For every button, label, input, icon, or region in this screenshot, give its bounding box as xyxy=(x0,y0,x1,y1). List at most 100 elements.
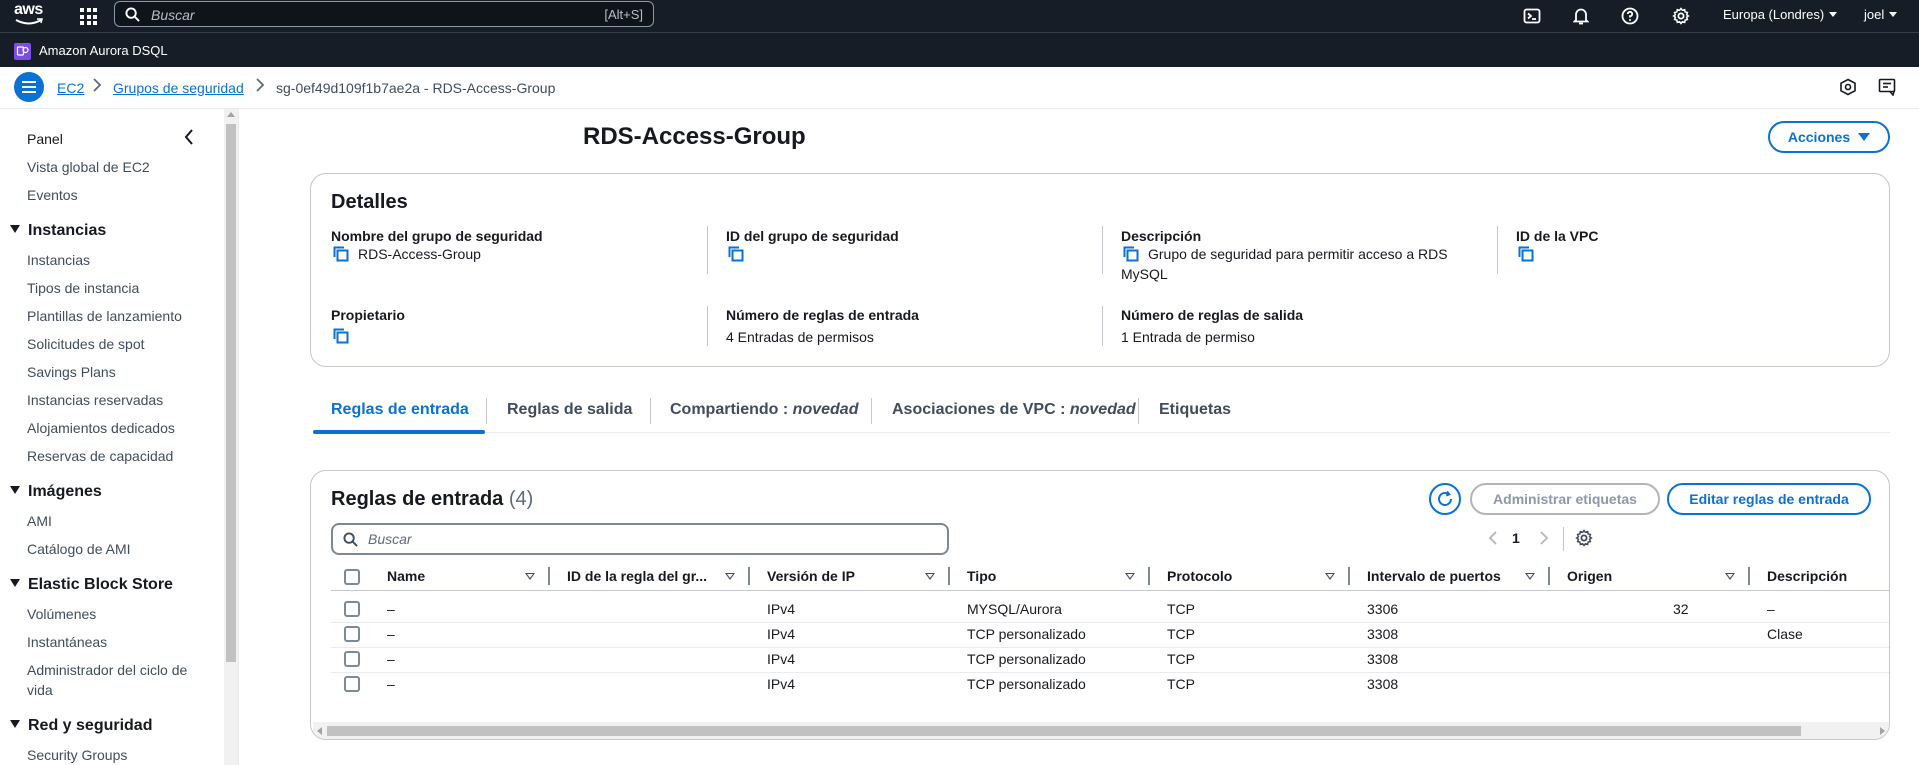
sidebar-item-events[interactable]: Eventos xyxy=(27,187,78,203)
rules-filter-input[interactable]: Buscar xyxy=(331,523,949,555)
aws-smile-icon xyxy=(15,18,43,25)
scroll-right-arrow-icon[interactable] xyxy=(1880,727,1885,735)
sidebar-scrollbar-thumb[interactable] xyxy=(226,124,236,662)
scroll-left-arrow-icon[interactable] xyxy=(317,727,322,735)
row-checkbox[interactable] xyxy=(344,601,360,617)
tab-vpc-associations[interactable]: Asociaciones de VPC : novedad xyxy=(892,401,1136,419)
sidebar-item-ec2-global-view[interactable]: Vista global de EC2 xyxy=(27,159,150,175)
page-number[interactable]: 1 xyxy=(1512,530,1520,546)
next-page-icon[interactable] xyxy=(1540,531,1549,550)
sort-icon[interactable] xyxy=(1525,573,1535,580)
column-resizer[interactable] xyxy=(1348,567,1350,585)
sidebar-item-instance-types[interactable]: Tipos de instancia xyxy=(27,280,139,296)
breadcrumb-ec2[interactable]: EC2 xyxy=(57,80,84,96)
tab-outbound-rules[interactable]: Reglas de salida xyxy=(507,401,632,419)
copy-icon[interactable] xyxy=(333,246,349,262)
aws-logo[interactable]: aws xyxy=(14,1,48,29)
services-grid-icon[interactable] xyxy=(78,6,98,26)
tab-sharing[interactable]: Compartiendo : novedad xyxy=(670,401,858,419)
global-search-input[interactable]: Buscar [Alt+S] xyxy=(114,1,654,27)
column-divider xyxy=(1102,306,1103,346)
help-icon[interactable] xyxy=(1619,5,1641,27)
copy-icon[interactable] xyxy=(333,328,349,344)
refresh-button[interactable] xyxy=(1429,483,1461,515)
breadcrumb-security-groups[interactable]: Grupos de seguridad xyxy=(113,80,244,96)
sort-icon[interactable] xyxy=(725,573,735,580)
sort-icon[interactable] xyxy=(525,573,535,580)
sidebar-item-ami[interactable]: AMI xyxy=(27,513,52,529)
sidebar-section-images[interactable]: Imágenes xyxy=(10,483,102,501)
chevron-right-icon xyxy=(92,78,102,96)
chevron-left-icon[interactable] xyxy=(184,129,194,150)
sort-icon[interactable] xyxy=(925,573,935,580)
row-checkbox[interactable] xyxy=(344,651,360,667)
sidebar-item-spot-requests[interactable]: Solicitudes de spot xyxy=(27,336,145,352)
column-resizer[interactable] xyxy=(548,567,550,585)
outbound-count-value: 1 Entrada de permiso xyxy=(1121,329,1255,345)
aurora-dsql-shortcut[interactable]: Amazon Aurora DSQL xyxy=(39,43,168,58)
bell-icon[interactable] xyxy=(1570,5,1592,27)
sort-icon[interactable] xyxy=(1125,573,1135,580)
column-resizer[interactable] xyxy=(748,567,750,585)
sidebar-section-instances[interactable]: Instancias xyxy=(10,222,106,240)
active-tab-indicator xyxy=(313,430,485,434)
column-header-ip-version[interactable]: Versión de IP xyxy=(767,568,855,584)
user-menu[interactable]: joel xyxy=(1864,7,1898,22)
column-header-name[interactable]: Name xyxy=(387,568,425,584)
actions-dropdown-button[interactable]: Acciones xyxy=(1768,121,1890,153)
tab-tags[interactable]: Etiquetas xyxy=(1159,401,1231,419)
preferences-gear-icon[interactable] xyxy=(1575,529,1593,552)
gear-icon[interactable] xyxy=(1670,5,1692,27)
sidebar-item-volumes[interactable]: Volúmenes xyxy=(27,606,96,622)
table-scrollbar-thumb[interactable] xyxy=(327,726,1801,736)
edit-inbound-rules-button[interactable]: Editar reglas de entrada xyxy=(1667,483,1871,515)
sidebar-item-dedicated-hosts[interactable]: Alojamientos dedicados xyxy=(27,420,175,436)
column-resizer[interactable] xyxy=(1548,567,1550,585)
copy-icon[interactable] xyxy=(728,246,744,262)
sidebar-item-ami-catalog[interactable]: Catálogo de AMI xyxy=(27,541,131,557)
previous-page-icon[interactable] xyxy=(1488,531,1497,550)
sidebar-item-security-groups[interactable]: Security Groups xyxy=(27,747,127,763)
sidebar-item-savings-plans[interactable]: Savings Plans xyxy=(27,364,116,380)
region-selector[interactable]: Europa (Londres) xyxy=(1723,7,1838,22)
sidebar-navigation: Panel Vista global de EC2 Eventos Instan… xyxy=(0,109,239,765)
sort-icon[interactable] xyxy=(1725,573,1735,580)
column-resizer[interactable] xyxy=(1748,567,1750,585)
cloudshell-icon[interactable] xyxy=(1521,5,1543,27)
actions-label: Acciones xyxy=(1787,129,1851,145)
notifications-panel-icon[interactable] xyxy=(1839,78,1859,98)
inbound-count-value: 4 Entradas de permisos xyxy=(726,329,874,345)
sidebar-item-lifecycle-manager[interactable]: Administrador del ciclo de xyxy=(27,662,187,678)
sidebar-item-launch-templates[interactable]: Plantillas de lanzamiento xyxy=(27,308,182,324)
manage-tags-button[interactable]: Administrar etiquetas xyxy=(1470,483,1660,515)
sidebar-item-lifecycle-manager-cont[interactable]: vida xyxy=(27,682,53,698)
copy-icon[interactable] xyxy=(1123,246,1139,262)
sort-icon[interactable] xyxy=(1325,573,1335,580)
select-all-checkbox[interactable] xyxy=(344,569,360,585)
sidebar-item-snapshots[interactable]: Instantáneas xyxy=(27,634,107,650)
sidebar-section-ebs[interactable]: Elastic Block Store xyxy=(10,576,173,594)
sidebar-item-instances[interactable]: Instancias xyxy=(27,252,90,268)
column-header-port-range[interactable]: Intervalo de puertos xyxy=(1367,568,1501,584)
column-header-description[interactable]: Descripción xyxy=(1767,568,1847,584)
copy-icon[interactable] xyxy=(1518,246,1534,262)
split-panel-icon[interactable] xyxy=(1878,78,1898,98)
column-resizer[interactable] xyxy=(1148,567,1150,585)
column-header-protocol[interactable]: Protocolo xyxy=(1167,568,1232,584)
tab-inbound-rules[interactable]: Reglas de entrada xyxy=(331,401,469,419)
sidebar-section-network-security[interactable]: Red y seguridad xyxy=(10,717,152,735)
column-header-type[interactable]: Tipo xyxy=(967,568,996,584)
menu-toggle-button[interactable] xyxy=(14,72,44,102)
cell-description: Clase xyxy=(1767,626,1803,642)
scroll-up-arrow-icon[interactable] xyxy=(227,112,235,117)
sidebar-item-capacity-reservations[interactable]: Reservas de capacidad xyxy=(27,448,173,464)
row-checkbox[interactable] xyxy=(344,676,360,692)
column-header-source[interactable]: Origen xyxy=(1567,568,1612,584)
cell-name: – xyxy=(387,601,395,617)
column-resizer[interactable] xyxy=(948,567,950,585)
sidebar-item-reserved-instances[interactable]: Instancias reservadas xyxy=(27,392,163,408)
column-header-rule-id[interactable]: ID de la regla del gr... xyxy=(567,568,707,584)
row-checkbox[interactable] xyxy=(344,626,360,642)
page-title: RDS-Access-Group xyxy=(583,123,806,150)
table-horizontal-scrollbar[interactable] xyxy=(313,722,1889,739)
